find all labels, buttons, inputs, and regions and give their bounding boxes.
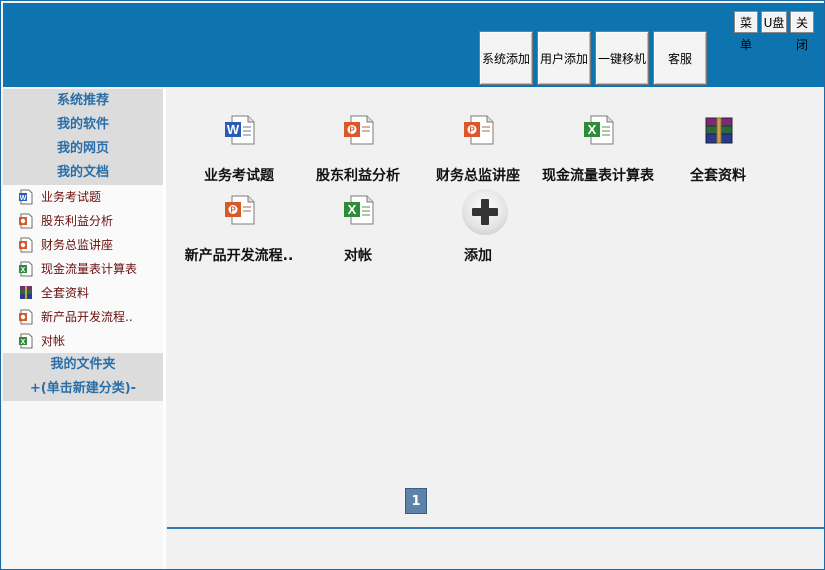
tile-reconcile[interactable]: X 对帐 xyxy=(298,179,418,264)
tile-full-set[interactable]: 全套资料 xyxy=(658,99,778,184)
sidebar-section-recommended[interactable]: 系统推荐 xyxy=(3,89,163,113)
divider xyxy=(167,527,824,529)
tile-new-product[interactable]: P 新产品开发流程.. xyxy=(179,179,299,264)
sidebar-item-reconcile[interactable]: X 对帐 xyxy=(3,329,163,353)
ppt-doc-icon xyxy=(19,213,33,229)
svg-text:X: X xyxy=(588,122,597,137)
sidebar-item-full-set[interactable]: 全套资料 xyxy=(3,281,163,305)
excel-doc-icon: X xyxy=(19,333,33,349)
ppt-doc-icon xyxy=(19,237,33,253)
tile-cfo-lecture[interactable]: P 财务总监讲座 xyxy=(418,99,538,184)
sidebar-item-label: 对帐 xyxy=(41,334,66,348)
sidebar-item-new-product[interactable]: 新产品开发流程.. xyxy=(3,305,163,329)
app-window: 菜单 U盘 关闭 系统添加 用户添加 一键移机 客服 系统推荐 我的软件 我的网… xyxy=(0,0,825,570)
tile-label: 添加 xyxy=(464,248,492,264)
add-icon xyxy=(462,189,508,235)
tile-label: 对帐 xyxy=(344,248,372,264)
sidebar-item-label: 全套资料 xyxy=(41,286,90,300)
svg-text:W: W xyxy=(20,195,27,202)
page-number-button[interactable]: 1 xyxy=(405,488,427,514)
sidebar-item-exam[interactable]: W 业务考试题 xyxy=(3,185,163,209)
svg-text:P: P xyxy=(349,126,355,135)
svg-text:X: X xyxy=(21,339,26,346)
sidebar-item-label: 新产品开发流程.. xyxy=(41,310,133,324)
sidebar-section-documents[interactable]: 我的文档 xyxy=(3,161,163,185)
close-button[interactable]: 关闭 xyxy=(790,11,814,52)
new-category-button[interactable]: +(单击新建分类)- xyxy=(3,377,163,401)
word-doc-icon: W xyxy=(225,115,255,145)
svg-text:X: X xyxy=(21,267,26,274)
svg-text:X: X xyxy=(348,202,357,217)
sidebar-item-cashflow[interactable]: X 现金流量表计算表 xyxy=(3,257,163,281)
excel-doc-icon: X xyxy=(584,115,614,145)
tile-exam[interactable]: W 业务考试题 xyxy=(179,99,299,184)
excel-doc-icon: X xyxy=(19,261,33,277)
ppt-doc-icon: P xyxy=(464,115,494,145)
usb-drive-button[interactable]: U盘 xyxy=(761,11,787,33)
sidebar-item-label: 现金流量表计算表 xyxy=(41,262,138,276)
sidebar-item-label: 股东利益分析 xyxy=(41,214,114,228)
customer-service-button[interactable]: 客服 xyxy=(653,31,707,85)
excel-doc-icon: X xyxy=(344,195,374,225)
tile-shareholder[interactable]: P 股东利益分析 xyxy=(298,99,418,184)
sidebar-item-label: 财务总监讲座 xyxy=(41,238,114,252)
svg-text:P: P xyxy=(230,206,236,215)
rar-archive-icon xyxy=(705,117,733,144)
sidebar-section-webpages[interactable]: 我的网页 xyxy=(3,137,163,161)
svg-text:P: P xyxy=(469,126,475,135)
rar-archive-icon xyxy=(20,286,32,299)
user-add-button[interactable]: 用户添加 xyxy=(537,31,591,85)
tile-add[interactable]: 添加 xyxy=(418,179,538,264)
main-panel: W 业务考试题 P 股东利益分析 P 财务总监讲座 X 现金流量表计算表 全套资… xyxy=(167,89,824,569)
one-click-migrate-button[interactable]: 一键移机 xyxy=(595,31,649,85)
ppt-doc-icon: P xyxy=(344,115,374,145)
tile-label: 新产品开发流程.. xyxy=(184,248,294,264)
ppt-doc-icon: P xyxy=(225,195,255,225)
word-doc-icon: W xyxy=(19,189,33,205)
system-add-button[interactable]: 系统添加 xyxy=(479,31,533,85)
svg-text:W: W xyxy=(227,122,240,137)
tile-label: 现金流量表计算表 xyxy=(542,168,654,184)
sidebar-item-cfo-lecture[interactable]: 财务总监讲座 xyxy=(3,233,163,257)
menu-button[interactable]: 菜单 xyxy=(734,11,758,52)
tile-cashflow[interactable]: X 现金流量表计算表 xyxy=(538,99,658,184)
sidebar-section-software[interactable]: 我的软件 xyxy=(3,113,163,137)
sidebar: 系统推荐 我的软件 我的网页 我的文档 W 业务考试题 股东利益分析 财务总监讲… xyxy=(3,89,166,569)
sidebar-item-label: 业务考试题 xyxy=(41,190,102,204)
header-bar: 菜单 U盘 关闭 系统添加 用户添加 一键移机 客服 xyxy=(3,3,824,87)
sidebar-item-shareholder[interactable]: 股东利益分析 xyxy=(3,209,163,233)
ppt-doc-icon xyxy=(19,309,33,325)
tile-label: 全套资料 xyxy=(690,168,746,184)
sidebar-section-folders[interactable]: 我的文件夹 xyxy=(3,353,163,377)
